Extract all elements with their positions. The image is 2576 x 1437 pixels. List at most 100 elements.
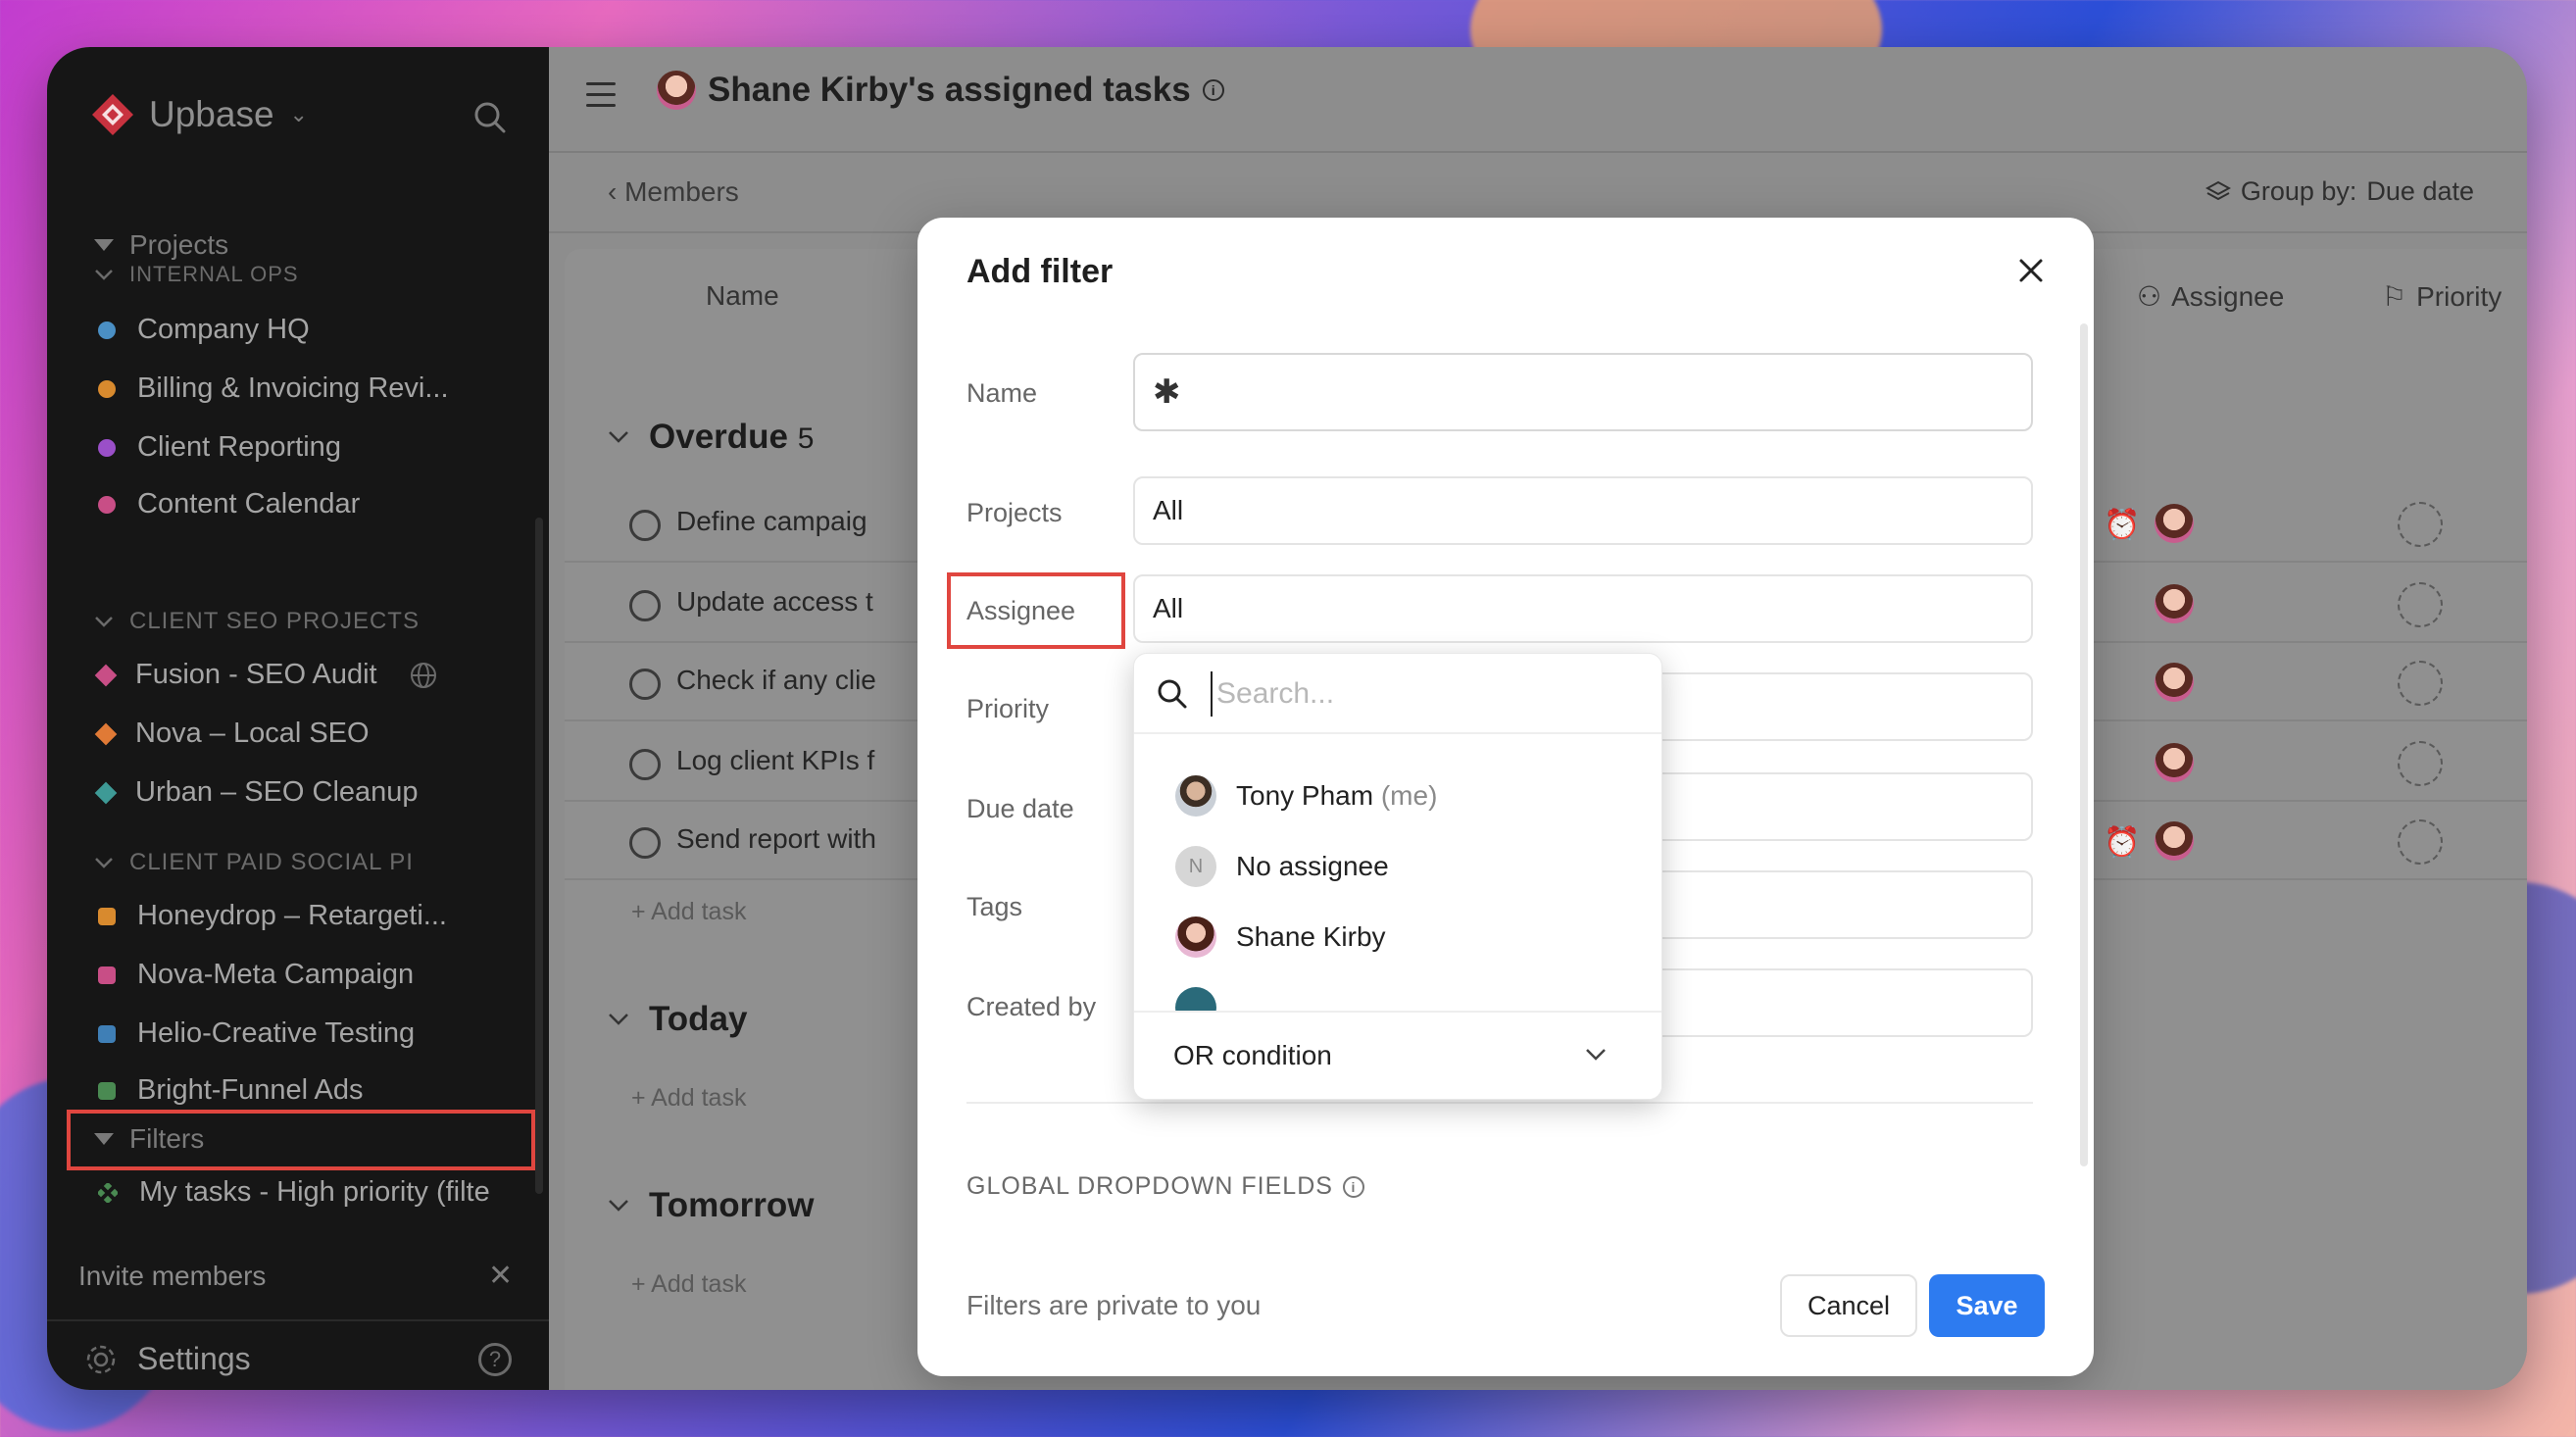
top-bar: Shane Kirby's assigned tasks i <box>549 47 2527 153</box>
sidebar-item-company-hq[interactable]: Company HQ <box>98 314 310 346</box>
dropdown-search <box>1134 654 1661 734</box>
upbase-logo-icon <box>92 94 133 135</box>
invite-members[interactable]: Invite members <box>78 1261 266 1292</box>
avatar: N <box>1175 846 1216 887</box>
sidebar-scrollbar[interactable] <box>535 518 543 1194</box>
close-icon[interactable] <box>2013 253 2049 288</box>
avatar[interactable] <box>2155 663 2194 702</box>
group-tomorrow[interactable]: Tomorrow <box>608 1186 815 1225</box>
flag-icon[interactable] <box>2398 661 2443 706</box>
sidebar-item-urban-seo[interactable]: Urban – SEO Cleanup <box>94 776 419 809</box>
avatar <box>657 71 696 110</box>
condition-select[interactable]: OR condition <box>1134 1011 1661 1099</box>
search-icon[interactable] <box>471 98 510 137</box>
cancel-button[interactable]: Cancel <box>1780 1274 1917 1337</box>
project-color-diamond <box>94 781 118 804</box>
column-assignee[interactable]: ⚇ Assignee <box>2137 280 2284 313</box>
sidebar-item-fusion-seo[interactable]: Fusion - SEO Audit <box>94 659 438 691</box>
name-field[interactable]: ✱ <box>1133 353 2033 431</box>
complete-checkbox[interactable] <box>629 590 661 621</box>
group-by-control[interactable]: Group by: Due date <box>2204 176 2474 207</box>
projects-header[interactable]: Projects <box>94 229 228 261</box>
privacy-note: Filters are private to you <box>966 1290 1262 1320</box>
section-internal-ops[interactable]: INTERNAL OPS <box>94 265 299 284</box>
sidebar-item-nova-local-seo[interactable]: Nova – Local SEO <box>94 718 370 750</box>
flag-icon[interactable] <box>2398 582 2443 627</box>
chevron-down-icon <box>95 858 113 868</box>
menu-icon[interactable] <box>586 82 616 115</box>
add-task-button[interactable]: + Add task <box>631 1270 746 1299</box>
gear-icon <box>86 1345 116 1373</box>
sidebar-item-nova-meta[interactable]: Nova-Meta Campaign <box>98 959 414 991</box>
flag-icon[interactable] <box>2398 502 2443 547</box>
dialog-scrollbar[interactable] <box>2080 323 2088 1166</box>
add-task-button[interactable]: + Add task <box>631 898 746 926</box>
add-task-button[interactable]: + Add task <box>631 1084 746 1113</box>
option-no-assignee[interactable]: N No assignee <box>1175 846 1389 887</box>
due-date-label: Due date <box>966 794 1074 823</box>
project-color-square <box>98 1024 116 1043</box>
chevron-down-icon <box>95 270 113 280</box>
project-color-dot <box>98 438 116 457</box>
group-overdue[interactable]: Overdue 5 <box>608 418 814 457</box>
close-icon[interactable]: ✕ <box>488 1259 513 1293</box>
column-priority[interactable]: ⚐ Priority <box>2382 280 2502 313</box>
column-name[interactable]: Name <box>706 280 779 312</box>
flag-icon: ⚐ <box>2382 281 2407 312</box>
sidebar-item-honeydrop[interactable]: Honeydrop – Retargeti... <box>98 900 447 932</box>
project-color-dot <box>98 495 116 514</box>
complete-checkbox[interactable] <box>629 510 661 541</box>
project-color-dot <box>98 379 116 398</box>
filters-header[interactable]: Filters <box>94 1123 204 1155</box>
sidebar-item-content-calendar[interactable]: Content Calendar <box>98 488 360 520</box>
sidebar-item-bright-funnel[interactable]: Bright-Funnel Ads <box>98 1074 364 1107</box>
projects-select[interactable]: All <box>1133 476 2033 545</box>
workspace-switcher[interactable]: Upbase ⌄ <box>90 92 308 137</box>
flag-icon[interactable] <box>2398 819 2443 865</box>
divider <box>47 1319 549 1321</box>
caret-down-icon <box>94 1133 114 1145</box>
avatar[interactable] <box>2155 504 2194 543</box>
section-client-seo[interactable]: CLIENT SEO PROJECTS <box>94 608 420 635</box>
project-color-diamond <box>94 664 118 686</box>
complete-checkbox[interactable] <box>629 669 661 700</box>
assignee-dropdown: Tony Pham (me) N No assignee Shane Kirby… <box>1133 653 1662 1100</box>
project-color-square <box>98 907 116 925</box>
info-icon[interactable]: i <box>1342 1175 1364 1198</box>
sidebar-item-billing[interactable]: Billing & Invoicing Revi... <box>98 372 449 405</box>
user-icon: ⚇ <box>2137 281 2162 312</box>
option-tony-pham[interactable]: Tony Pham (me) <box>1175 775 1437 817</box>
group-today[interactable]: Today <box>608 1000 747 1039</box>
flag-icon[interactable] <box>2398 741 2443 786</box>
project-color-square <box>98 966 116 984</box>
sidebar: Upbase ⌄ Projects INTERNAL OPS Company H… <box>47 47 549 1390</box>
assignee-select[interactable]: All <box>1133 574 2033 643</box>
tags-label: Tags <box>966 892 1023 921</box>
back-to-members[interactable]: ‹ Members <box>608 176 739 208</box>
avatar <box>1175 917 1216 958</box>
avatar[interactable] <box>2155 584 2194 623</box>
complete-checkbox[interactable] <box>629 827 661 859</box>
settings-button[interactable]: Settings <box>84 1341 251 1377</box>
workspace-name: Upbase <box>149 94 274 134</box>
sidebar-item-filter[interactable]: My tasks - High priority (filte <box>98 1176 529 1209</box>
help-icon[interactable]: ? <box>478 1343 512 1376</box>
sidebar-item-helio[interactable]: Helio-Creative Testing <box>98 1017 415 1050</box>
app-window: Upbase ⌄ Projects INTERNAL OPS Company H… <box>47 47 2527 1390</box>
chevron-down-icon <box>95 617 113 627</box>
info-icon[interactable]: i <box>1202 79 1224 101</box>
search-input[interactable] <box>1211 671 1632 717</box>
layers-icon <box>2204 180 2231 200</box>
created-by-label: Created by <box>966 992 1097 1021</box>
save-button[interactable]: Save <box>1929 1274 2045 1337</box>
complete-checkbox[interactable] <box>629 749 661 780</box>
required-asterisk: ✱ <box>1153 373 1181 411</box>
priority-label: Priority <box>966 694 1050 723</box>
avatar[interactable] <box>2155 821 2194 861</box>
option-shane-kirby[interactable]: Shane Kirby <box>1175 917 1386 958</box>
assignee-label: Assignee <box>966 596 1076 625</box>
avatar[interactable] <box>2155 743 2194 782</box>
search-icon <box>1158 679 1187 709</box>
sidebar-item-client-reporting[interactable]: Client Reporting <box>98 431 341 464</box>
section-client-paid-social[interactable]: CLIENT PAID SOCIAL PI <box>94 849 506 876</box>
